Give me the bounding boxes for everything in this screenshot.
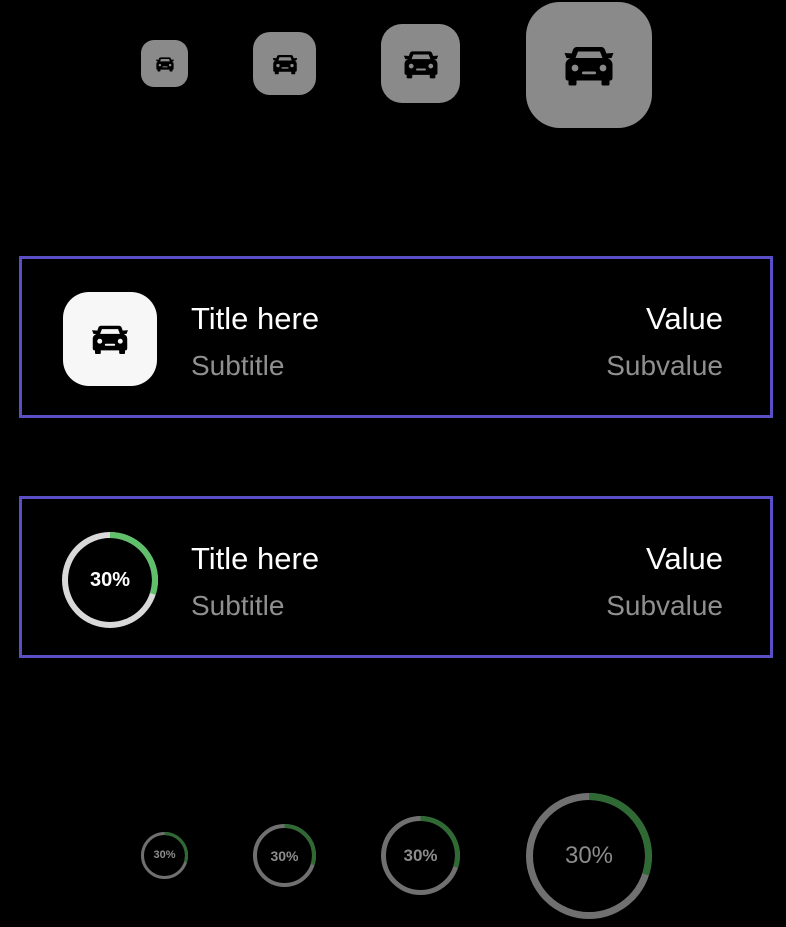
row-value: Value (646, 541, 723, 576)
progress-label: 30% (89, 569, 131, 591)
car-icon (272, 54, 297, 74)
row-value: Value (646, 301, 723, 336)
row-subtitle: Subtitle (191, 350, 285, 381)
progress-label: 30% (564, 842, 614, 869)
progress-label: 30% (270, 847, 299, 864)
car-icon-tile-xs (141, 40, 188, 87)
progress-ring-lg: 30% (526, 793, 652, 919)
car-icon-tile (63, 292, 157, 386)
row-title: Title here (191, 301, 320, 336)
progress-ring-xs: 30% (141, 832, 188, 879)
progress-ring: 30% (62, 532, 158, 628)
row-subvalue: Subvalue (606, 590, 723, 621)
progress-ring-sm: 30% (253, 824, 316, 887)
progress-label: 30% (403, 846, 438, 865)
progress-ring-md: 30% (381, 816, 460, 895)
row-subtitle: Subtitle (191, 590, 285, 621)
row-title: Title here (191, 541, 320, 576)
row-subvalue: Subvalue (606, 350, 723, 381)
car-icon (564, 47, 614, 86)
car-icon (155, 56, 174, 72)
car-icon (403, 50, 438, 78)
car-icon (92, 325, 128, 355)
car-icon-tile-lg (526, 2, 652, 128)
progress-label: 30% (153, 849, 176, 861)
car-icon-tile-md (381, 24, 460, 103)
car-icon-tile-sm (253, 32, 316, 95)
